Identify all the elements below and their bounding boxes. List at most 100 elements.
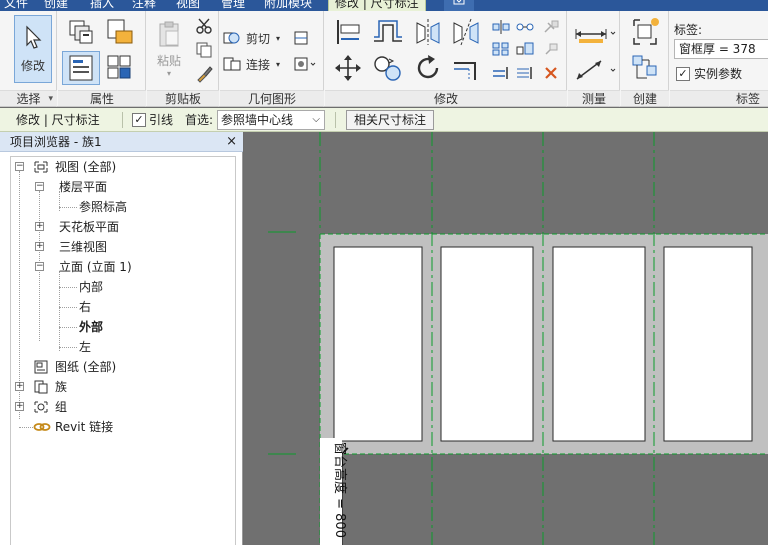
instance-parameter-checkbox[interactable]: ✓ — [676, 67, 690, 81]
cut-geometry-button[interactable]: 剪切 ▾ — [222, 27, 286, 49]
tab-insert[interactable]: 插入 — [90, 0, 114, 11]
label-parameter-select[interactable]: 窗框厚 = 378 — [674, 39, 768, 59]
trim-extend-icon — [454, 62, 476, 80]
tab-view[interactable]: 视图 — [176, 0, 200, 11]
tab-addins[interactable]: 附加模块 — [264, 0, 312, 11]
leader-label: 引线 — [149, 113, 174, 127]
options-bar-separator — [335, 112, 336, 128]
align-icon — [337, 20, 360, 44]
create-group-button[interactable] — [627, 15, 663, 49]
panel-clipboard: 粘贴 ▾ 剪贴板 — [147, 11, 219, 107]
modify-button[interactable]: 修改 — [14, 15, 52, 83]
tree-item-label: 立面 (立面 1) — [59, 260, 132, 274]
splice-face-button[interactable] — [290, 27, 312, 49]
collapse-toggle[interactable]: − — [35, 262, 44, 271]
tab-file[interactable]: 文件 — [4, 0, 28, 11]
copy-element-icon — [374, 56, 401, 81]
trim-extend-single-button[interactable] — [489, 63, 513, 83]
split-icon — [492, 20, 510, 34]
copy-button[interactable] — [193, 39, 215, 61]
paste-button[interactable]: 粘贴 ▾ — [151, 15, 187, 83]
panel-geometry: 剪切 ▾ 连接 ▾ 几何图形 — [220, 11, 324, 107]
instance-parameter-label: 实例参数 — [694, 67, 743, 81]
glass-pane[interactable] — [440, 246, 534, 442]
type-properties-icon — [107, 55, 131, 79]
cut-to-clipboard-button[interactable] — [193, 15, 215, 37]
options-bar-context: 修改 | 尺寸标注 — [16, 113, 100, 127]
related-dimensions-button[interactable]: 相关尺寸标注 — [346, 110, 434, 130]
offset-button[interactable] — [369, 15, 407, 49]
split-with-gap-button[interactable] — [513, 17, 537, 37]
options-bar: 修改 | 尺寸标注 ✓ 引线 首选: 参照墙中心线 ⌵ 相关尺寸标注 — [0, 108, 768, 132]
expand-toggle[interactable]: + — [35, 242, 44, 251]
properties-button[interactable] — [62, 51, 100, 85]
expand-toggle[interactable]: + — [35, 222, 44, 231]
drawing-canvas[interactable]: 窗台高度 = 800 — [244, 132, 768, 545]
align-button[interactable] — [331, 15, 365, 49]
measure-ruler-icon — [575, 29, 616, 43]
cursor-arrow-icon — [26, 25, 42, 49]
prefer-label: 首选: — [185, 113, 214, 127]
array-button[interactable] — [489, 39, 513, 59]
copy-icon — [196, 42, 212, 58]
glass-pane[interactable] — [552, 246, 646, 442]
pin-button[interactable] — [539, 39, 563, 59]
mirror-pick-axis-button[interactable] — [411, 15, 445, 49]
expand-toggle[interactable]: + — [15, 382, 24, 391]
create-similar-button[interactable] — [627, 51, 663, 85]
panel-modify-label: 修改 — [325, 90, 567, 106]
tab-overflow-button[interactable] — [444, 0, 474, 11]
tree-item-label: 外部 — [79, 320, 104, 334]
cut-geometry-icon — [223, 32, 240, 44]
paste-dropdown-icon: ▾ — [166, 69, 171, 78]
modify-label: 修改 — [20, 58, 45, 73]
tree-item-label: 三维视图 — [59, 240, 108, 254]
glass-pane[interactable] — [663, 246, 753, 442]
trim-multiple-icon — [517, 67, 532, 79]
close-icon[interactable]: × — [226, 132, 237, 152]
match-type-button[interactable] — [193, 63, 215, 85]
prefer-dropdown[interactable]: 参照墙中心线 ⌵ — [217, 110, 325, 130]
tree-guide — [59, 271, 60, 351]
scale-button[interactable] — [513, 39, 537, 59]
delete-button[interactable] — [539, 63, 563, 83]
paint-button[interactable] — [290, 53, 320, 75]
measure-between-refs-button[interactable] — [572, 19, 618, 49]
mirror-draw-axis-button[interactable] — [449, 15, 483, 49]
tab-modify-dimensions[interactable]: 修改 | 尺寸标注 — [328, 0, 426, 11]
aligned-dimension-button[interactable] — [572, 55, 618, 85]
rotate-icon — [417, 55, 439, 79]
split-element-button[interactable] — [489, 17, 513, 37]
type-properties-button[interactable] — [102, 51, 138, 85]
panel-properties-label: 属性 — [58, 90, 146, 106]
project-browser-title: 项目浏览器 - 族1 × — [0, 132, 243, 152]
family-category-button[interactable] — [102, 15, 138, 49]
join-geometry-icon — [223, 57, 241, 71]
paintbrush-icon — [197, 66, 213, 83]
move-button[interactable] — [331, 51, 365, 85]
leader-checkbox[interactable]: ✓ — [132, 113, 146, 127]
sill-height-dimension[interactable]: 窗台高度 = 800 — [332, 442, 348, 538]
tab-create[interactable]: 创建 — [44, 0, 68, 11]
trim-single-icon — [493, 67, 508, 79]
project-browser: 项目浏览器 - 族1 × − 视图 (全部) − 楼层平面 参照标高 + 天花板… — [0, 132, 243, 545]
family-types-icon — [69, 20, 93, 44]
collapse-toggle[interactable]: − — [15, 162, 24, 171]
family-types-button[interactable] — [64, 15, 100, 49]
expand-toggle[interactable]: + — [15, 402, 24, 411]
rotate-button[interactable] — [411, 51, 445, 85]
ribbon-tab-bar: 文件 创建 插入 注释 视图 管理 附加模块 修改 | 尺寸标注 — [0, 0, 768, 11]
tab-annotate[interactable]: 注释 — [132, 0, 156, 11]
trim-extend-multiple-button[interactable] — [513, 63, 537, 83]
panel-select-label[interactable]: 选择 ▾ — [0, 90, 57, 106]
tab-manage[interactable]: 管理 — [221, 0, 245, 11]
trim-extend-corner-button[interactable] — [449, 51, 483, 85]
tree-item-label: 视图 (全部) — [55, 160, 117, 174]
panel-modify: 修改 — [325, 11, 567, 107]
join-geometry-button[interactable]: 连接 ▾ — [222, 53, 286, 75]
panel-clipboard-label: 剪贴板 — [147, 90, 219, 106]
unpin-button[interactable] — [539, 17, 563, 37]
collapse-toggle[interactable]: − — [35, 182, 44, 191]
glass-pane[interactable] — [333, 246, 423, 442]
copy-element-button[interactable] — [369, 51, 407, 85]
